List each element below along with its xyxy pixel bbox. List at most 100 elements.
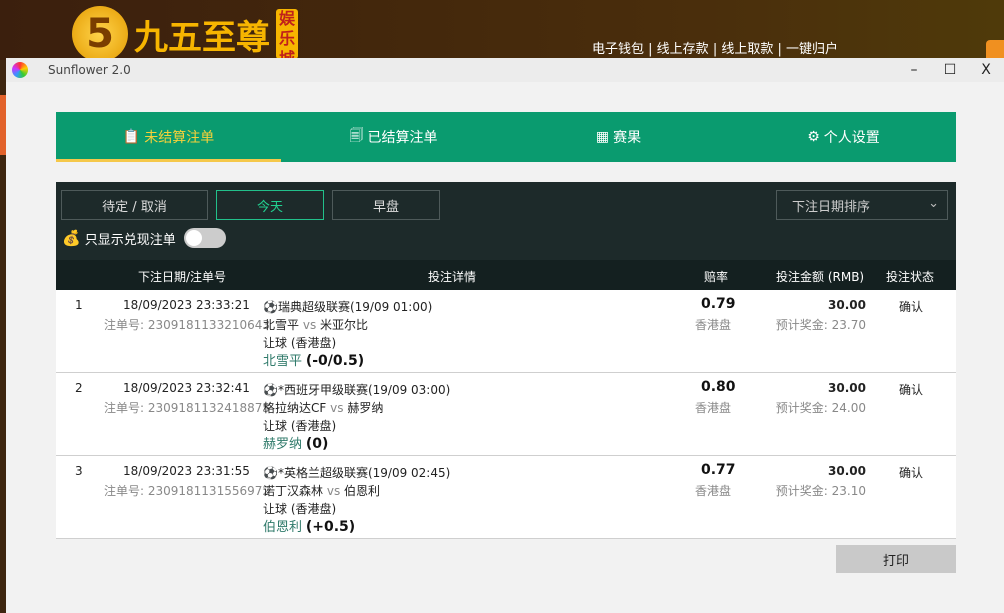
row-number: 1 xyxy=(75,298,83,312)
link-deposit[interactable]: 线上存款 xyxy=(657,42,709,57)
col-status: 投注状态 xyxy=(886,270,935,284)
est-payout: 预计奖金: 24.00 xyxy=(775,401,866,415)
link-consolidate[interactable]: 一键归户 xyxy=(786,42,838,57)
bet-status: 确认 xyxy=(899,383,924,397)
bet-status: 确认 xyxy=(899,300,924,314)
league: *英格兰超级联赛(19/09 02:45) xyxy=(277,466,451,480)
vs-label: vs xyxy=(326,484,341,498)
bets-table: 1 18/09/2023 23:33:21 注单号: 2309181133210… xyxy=(56,290,956,539)
cashout-label: 只显示兑现注单 xyxy=(84,232,176,248)
odds-type: 香港盘 xyxy=(695,401,732,415)
pick: 伯恩利 xyxy=(263,520,303,535)
handicap-line: (-0/0.5) xyxy=(305,353,365,369)
copy-icon: 🗐 xyxy=(349,128,364,144)
bet-datetime: 18/09/2023 23:32:41 xyxy=(123,381,250,395)
bet-datetime: 18/09/2023 23:33:21 xyxy=(123,298,250,312)
filter-today-button[interactable]: 今天 xyxy=(216,190,324,220)
money-bag-icon: 💰 xyxy=(62,229,81,247)
title-bar: Sunflower 2.0 – ☐ X xyxy=(6,58,1004,82)
est-payout: 预计奖金: 23.10 xyxy=(775,484,866,498)
table-row: 1 18/09/2023 23:33:21 注单号: 2309181133210… xyxy=(56,290,956,373)
market: 让球 (香港盘) xyxy=(263,336,337,350)
site-banner: 5 九五至尊 娱乐城 电子钱包 | 线上存款 | 线上取款 | 一键归户 xyxy=(0,0,1004,62)
close-button[interactable]: X xyxy=(968,58,1004,82)
bet-id: 注单号: 2309181131556972 xyxy=(104,484,271,498)
filter-pending-button[interactable]: 待定 / 取消 xyxy=(61,190,208,220)
handicap-line: (+0.5) xyxy=(305,519,356,535)
tab-settings[interactable]: ⚙ 个人设置 xyxy=(731,112,956,162)
stake: 30.00 xyxy=(828,381,866,395)
stake: 30.00 xyxy=(828,464,866,478)
home-team: 北雪平 xyxy=(263,318,300,332)
site-logo: 5 九五至尊 娱乐城 xyxy=(72,6,298,62)
cashout-toggle[interactable] xyxy=(183,228,226,248)
row-number: 3 xyxy=(75,464,83,478)
handicap-line: (0) xyxy=(305,436,329,452)
tab-label: 赛果 xyxy=(613,130,642,146)
main-tabs: 📋 未结算注单 🗐 已结算注单 ▦ 赛果 ⚙ 个人设置 xyxy=(56,112,956,162)
link-withdraw[interactable]: 线上取款 xyxy=(721,42,773,57)
odds: 0.79 xyxy=(701,296,736,312)
app-window: Sunflower 2.0 – ☐ X 📋 未结算注单 🗐 已结算注单 ▦ 赛果 ⚙ 个… xyxy=(6,58,1004,613)
filter-early-button[interactable]: 早盘 xyxy=(332,190,440,220)
sort-value: 下注日期排序 xyxy=(792,199,871,215)
tab-label: 未结算注单 xyxy=(144,130,215,146)
gear-icon: ⚙ xyxy=(807,129,820,145)
window-title: Sunflower 2.0 xyxy=(48,63,131,77)
home-team: 格拉纳达CF xyxy=(263,401,327,415)
minimize-button[interactable]: – xyxy=(896,58,932,82)
tab-settled[interactable]: 🗐 已结算注单 xyxy=(281,112,506,162)
pick: 赫罗纳 xyxy=(263,437,303,452)
logo-mark: 5 xyxy=(72,6,128,62)
odds: 0.77 xyxy=(701,462,736,478)
bg-decoration xyxy=(986,40,1004,60)
logo-tag: 娱乐城 xyxy=(276,9,298,59)
odds-type: 香港盘 xyxy=(695,318,732,332)
row-number: 2 xyxy=(75,381,83,395)
link-wallet[interactable]: 电子钱包 xyxy=(592,42,644,57)
maximize-button[interactable]: ☐ xyxy=(932,58,968,82)
col-details: 投注详情 xyxy=(428,270,477,284)
bet-id: 注单号: 2309181132418875 xyxy=(104,401,271,415)
away-team: 赫罗纳 xyxy=(347,401,384,415)
col-odds: 赔率 xyxy=(704,270,729,284)
soccer-ball-icon: ⚽ xyxy=(263,466,278,480)
bet-status: 确认 xyxy=(899,466,924,480)
home-team: 诺丁汉森林 xyxy=(263,484,324,498)
scoreboard-icon: ▦ xyxy=(595,129,610,145)
soccer-ball-icon: ⚽ xyxy=(263,383,278,397)
league: 瑞典超级联赛(19/09 01:00) xyxy=(277,300,433,314)
col-date: 下注日期/注单号 xyxy=(138,270,227,284)
stake: 30.00 xyxy=(828,298,866,312)
pick: 北雪平 xyxy=(263,354,303,369)
odds-type: 香港盘 xyxy=(695,484,732,498)
table-row: 3 18/09/2023 23:31:55 注单号: 2309181131556… xyxy=(56,456,956,539)
tab-label: 已结算注单 xyxy=(367,130,438,146)
tab-label: 个人设置 xyxy=(823,130,880,146)
filter-panel: 待定 / 取消 今天 早盘 下注日期排序 ⌄ 💰 只显示兑现注单 下注日期/注单号… xyxy=(56,182,956,290)
bet-datetime: 18/09/2023 23:31:55 xyxy=(123,464,250,478)
league: *西班牙甲级联赛(19/09 03:00) xyxy=(277,383,451,397)
tab-unsettled[interactable]: 📋 未结算注单 xyxy=(56,112,281,162)
list-icon: 📋 xyxy=(122,129,141,145)
table-header: 下注日期/注单号 投注详情 赔率 投注金额 (RMB) 投注状态 xyxy=(56,260,956,290)
bet-id: 注单号: 2309181133210643 xyxy=(104,318,271,332)
soccer-ball-icon: ⚽ xyxy=(263,300,278,314)
market: 让球 (香港盘) xyxy=(263,419,337,433)
app-icon xyxy=(12,62,28,78)
print-button[interactable]: 打印 xyxy=(836,545,956,573)
market: 让球 (香港盘) xyxy=(263,502,337,516)
logo-text: 九五至尊 xyxy=(134,17,270,58)
sort-select[interactable]: 下注日期排序 ⌄ xyxy=(776,190,948,220)
est-payout: 预计奖金: 23.70 xyxy=(775,318,866,332)
top-links: 电子钱包 | 线上存款 | 线上取款 | 一键归户 xyxy=(592,42,839,57)
away-team: 伯恩利 xyxy=(344,484,381,498)
col-stake: 投注金额 (RMB) xyxy=(776,270,865,284)
vs-label: vs xyxy=(302,318,317,332)
odds: 0.80 xyxy=(701,379,736,395)
away-team: 米亚尔比 xyxy=(320,318,369,332)
table-row: 2 18/09/2023 23:32:41 注单号: 2309181132418… xyxy=(56,373,956,456)
chevron-down-icon: ⌄ xyxy=(928,196,939,211)
tab-results[interactable]: ▦ 赛果 xyxy=(506,112,731,162)
vs-label: vs xyxy=(330,401,344,415)
